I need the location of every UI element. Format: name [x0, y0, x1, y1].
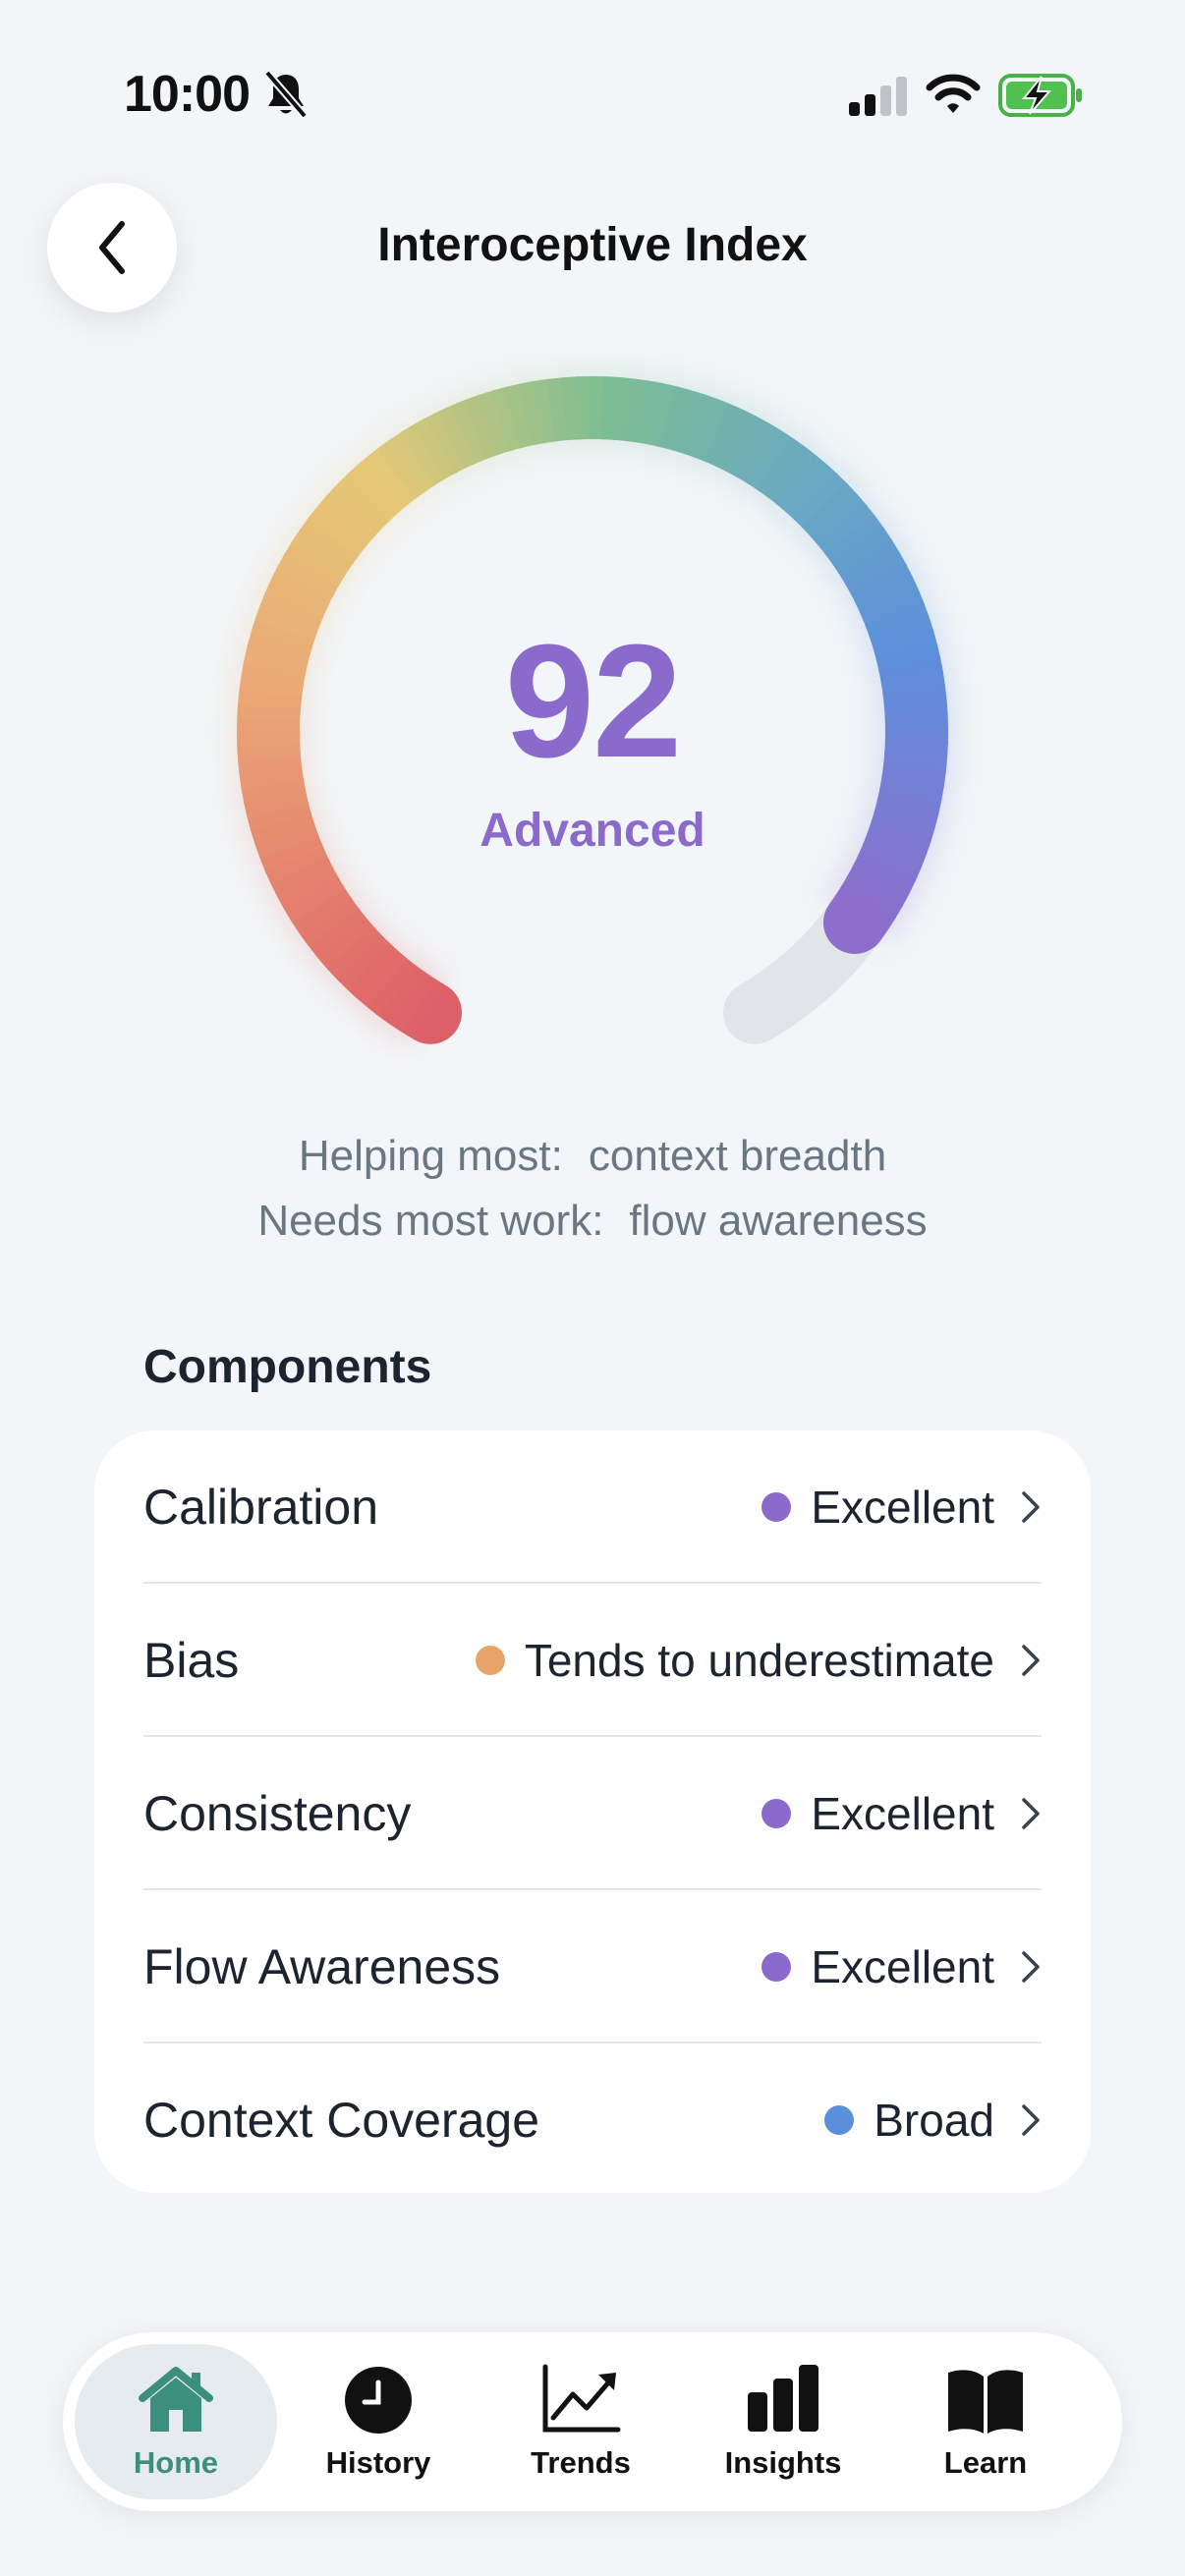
- gauge-end-cap: [822, 890, 886, 954]
- chevron-right-icon: [1022, 1950, 1040, 1983]
- home-icon: [139, 2367, 213, 2432]
- chevron-right-icon: [1022, 2103, 1040, 2136]
- bar-chart-icon: [748, 2365, 818, 2432]
- battery-charging-icon: [998, 74, 1082, 117]
- component-value: Excellent: [811, 1481, 994, 1533]
- component-value: Broad: [874, 2094, 994, 2146]
- helping-most-label: Helping most:: [298, 1132, 563, 1180]
- chevron-right-icon: [1022, 1644, 1040, 1676]
- tab-label: Trends: [531, 2445, 631, 2480]
- helping-most-line: Helping most: context breadth: [0, 1132, 1185, 1181]
- tab-label: Insights: [724, 2445, 842, 2480]
- status-dot: [762, 1491, 792, 1522]
- component-value: Excellent: [811, 1940, 994, 1992]
- needs-work-value: flow awareness: [629, 1197, 928, 1245]
- tab-home[interactable]: Home: [75, 2344, 277, 2499]
- needs-work-line: Needs most work: flow awareness: [0, 1197, 1185, 1246]
- clock-icon: [345, 2367, 412, 2434]
- needs-work-label: Needs most work:: [257, 1197, 604, 1245]
- component-label: Flow Awareness: [143, 1938, 501, 1994]
- status-dot: [475, 1645, 505, 1675]
- page-title: Interoceptive Index: [377, 219, 808, 271]
- tab-trends[interactable]: Trends: [480, 2344, 682, 2499]
- cellular-signal-icon: [849, 77, 907, 116]
- trend-chart-icon: [542, 2364, 621, 2433]
- score-level: Advanced: [480, 805, 705, 857]
- tab-learn[interactable]: Learn: [884, 2344, 1087, 2499]
- component-row-flow-awareness[interactable]: Flow Awareness Excellent: [143, 1890, 1042, 2043]
- component-label: Calibration: [143, 1479, 379, 1535]
- component-label: Context Coverage: [143, 2092, 540, 2148]
- status-dot: [824, 2104, 855, 2135]
- tab-label: Home: [133, 2445, 219, 2480]
- component-value: Tends to underestimate: [524, 1634, 994, 1686]
- chevron-right-icon: [1022, 1490, 1040, 1523]
- wifi-icon: [926, 74, 981, 113]
- component-label: Bias: [143, 1632, 240, 1688]
- tab-insights[interactable]: Insights: [682, 2344, 884, 2499]
- book-icon: [948, 2370, 1023, 2434]
- tab-history[interactable]: History: [277, 2344, 480, 2499]
- component-label: Consistency: [143, 1785, 412, 1841]
- status-dot: [762, 1798, 792, 1828]
- components-card: Calibration Excellent Bias Tends to unde…: [94, 1430, 1091, 2193]
- tab-label: Learn: [943, 2445, 1028, 2480]
- tab-bar: Home History Trends Insights Learn: [63, 2332, 1122, 2511]
- status-time: 10:00: [124, 66, 251, 123]
- components-heading: Components: [143, 1341, 432, 1393]
- chevron-right-icon: [1022, 1797, 1040, 1829]
- component-row-calibration[interactable]: Calibration Excellent: [143, 1430, 1042, 1583]
- status-bar: 10:00: [0, 0, 1185, 187]
- status-dot: [762, 1951, 792, 1982]
- component-row-consistency[interactable]: Consistency Excellent: [143, 1737, 1042, 1889]
- component-row-context-coverage[interactable]: Context Coverage Broad: [143, 2044, 1042, 2196]
- component-row-bias[interactable]: Bias Tends to underestimate: [143, 1584, 1042, 1736]
- helping-most-value: context breadth: [588, 1132, 887, 1180]
- bell-muted-icon: [263, 70, 309, 119]
- component-value: Excellent: [811, 1787, 994, 1839]
- tab-label: History: [325, 2445, 431, 2480]
- score-value: 92: [504, 611, 682, 791]
